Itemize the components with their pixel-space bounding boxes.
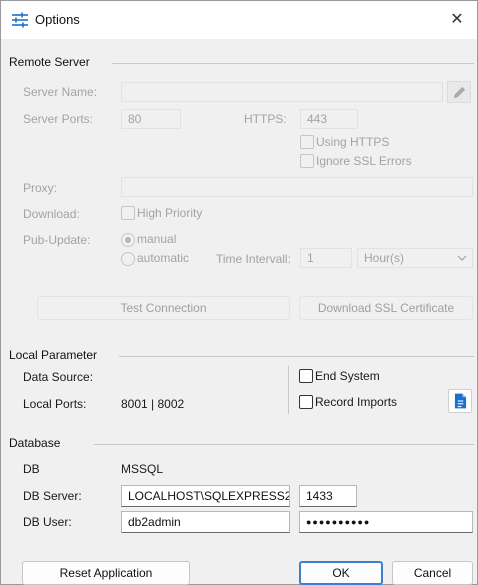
database-group-label: Database (9, 436, 61, 450)
edit-server-button[interactable] (447, 81, 471, 103)
time-interval-label: Time Intervall: (216, 252, 291, 266)
db-value: MSSQL (121, 462, 164, 476)
record-imports-label: Record Imports (315, 395, 398, 409)
db-server-label: DB Server: (23, 489, 82, 503)
manual-label: manual (137, 232, 177, 246)
local-parameter-separator (288, 366, 289, 414)
db-user-label: DB User: (23, 515, 72, 529)
local-ports-label: Local Ports: (23, 397, 87, 411)
pub-update-label: Pub-Update: (23, 233, 91, 247)
cancel-button[interactable]: Cancel (392, 561, 473, 585)
close-button[interactable]: ✕ (437, 1, 477, 39)
data-source-label: Data Source: (23, 370, 94, 384)
db-label: DB (23, 462, 40, 476)
record-imports-document-button[interactable] (448, 389, 472, 413)
ignore-ssl-checkbox[interactable] (300, 154, 314, 168)
db-user-input[interactable]: db2admin (121, 511, 290, 533)
server-name-input[interactable] (121, 82, 443, 102)
time-interval-input[interactable]: 1 (300, 248, 352, 268)
db-port-input[interactable]: 1433 (299, 485, 357, 507)
server-ports-label: Server Ports: (23, 112, 94, 126)
remote-server-divider (112, 63, 474, 64)
automatic-label: automatic (137, 251, 190, 265)
interval-unit-select[interactable]: Hour(s) (357, 248, 473, 268)
sliders-icon (12, 12, 28, 28)
end-system-checkbox[interactable] (299, 369, 313, 383)
local-parameter-divider (119, 356, 474, 357)
window-title: Options (35, 12, 80, 27)
server-name-label: Server Name: (23, 85, 98, 99)
proxy-label: Proxy: (23, 181, 58, 195)
remote-server-group-label: Remote Server (9, 55, 90, 69)
database-divider (94, 444, 474, 445)
title-bar: Options ✕ (1, 1, 477, 39)
record-imports-checkbox[interactable] (299, 395, 313, 409)
local-parameter-group-label: Local Parameter (9, 348, 98, 362)
using-https-checkbox[interactable] (300, 135, 314, 149)
https-label: HTTPS: (244, 112, 287, 126)
download-label: Download: (23, 207, 80, 221)
proxy-input[interactable] (121, 177, 473, 197)
options-dialog: Options ✕ Remote Server Server Name: Ser… (0, 0, 478, 585)
interval-unit-value: Hour(s) (364, 251, 405, 265)
db-password-input[interactable]: ●●●●●●●●●● (299, 511, 473, 533)
close-icon: ✕ (450, 11, 464, 28)
ok-button[interactable]: OK (299, 561, 383, 585)
document-icon (454, 393, 467, 409)
download-ssl-certificate-button[interactable]: Download SSL Certificate (299, 296, 473, 320)
reset-application-button[interactable]: Reset Application (22, 561, 190, 585)
end-system-label: End System (315, 369, 380, 383)
high-priority-label: High Priority (137, 206, 203, 220)
https-port-input[interactable]: 443 (300, 109, 358, 129)
db-server-input[interactable]: LOCALHOST\SQLEXPRESS22 (121, 485, 290, 507)
pencil-icon (453, 86, 466, 99)
automatic-radio[interactable] (121, 252, 135, 266)
using-https-label: Using HTTPS (316, 135, 390, 149)
local-ports-value: 8001 | 8002 (121, 397, 185, 411)
chevron-down-icon (457, 255, 467, 261)
manual-radio[interactable] (121, 233, 135, 247)
test-connection-button[interactable]: Test Connection (37, 296, 290, 320)
ignore-ssl-label: Ignore SSL Errors (316, 154, 412, 168)
server-port-input[interactable]: 80 (121, 109, 181, 129)
high-priority-checkbox[interactable] (121, 206, 135, 220)
